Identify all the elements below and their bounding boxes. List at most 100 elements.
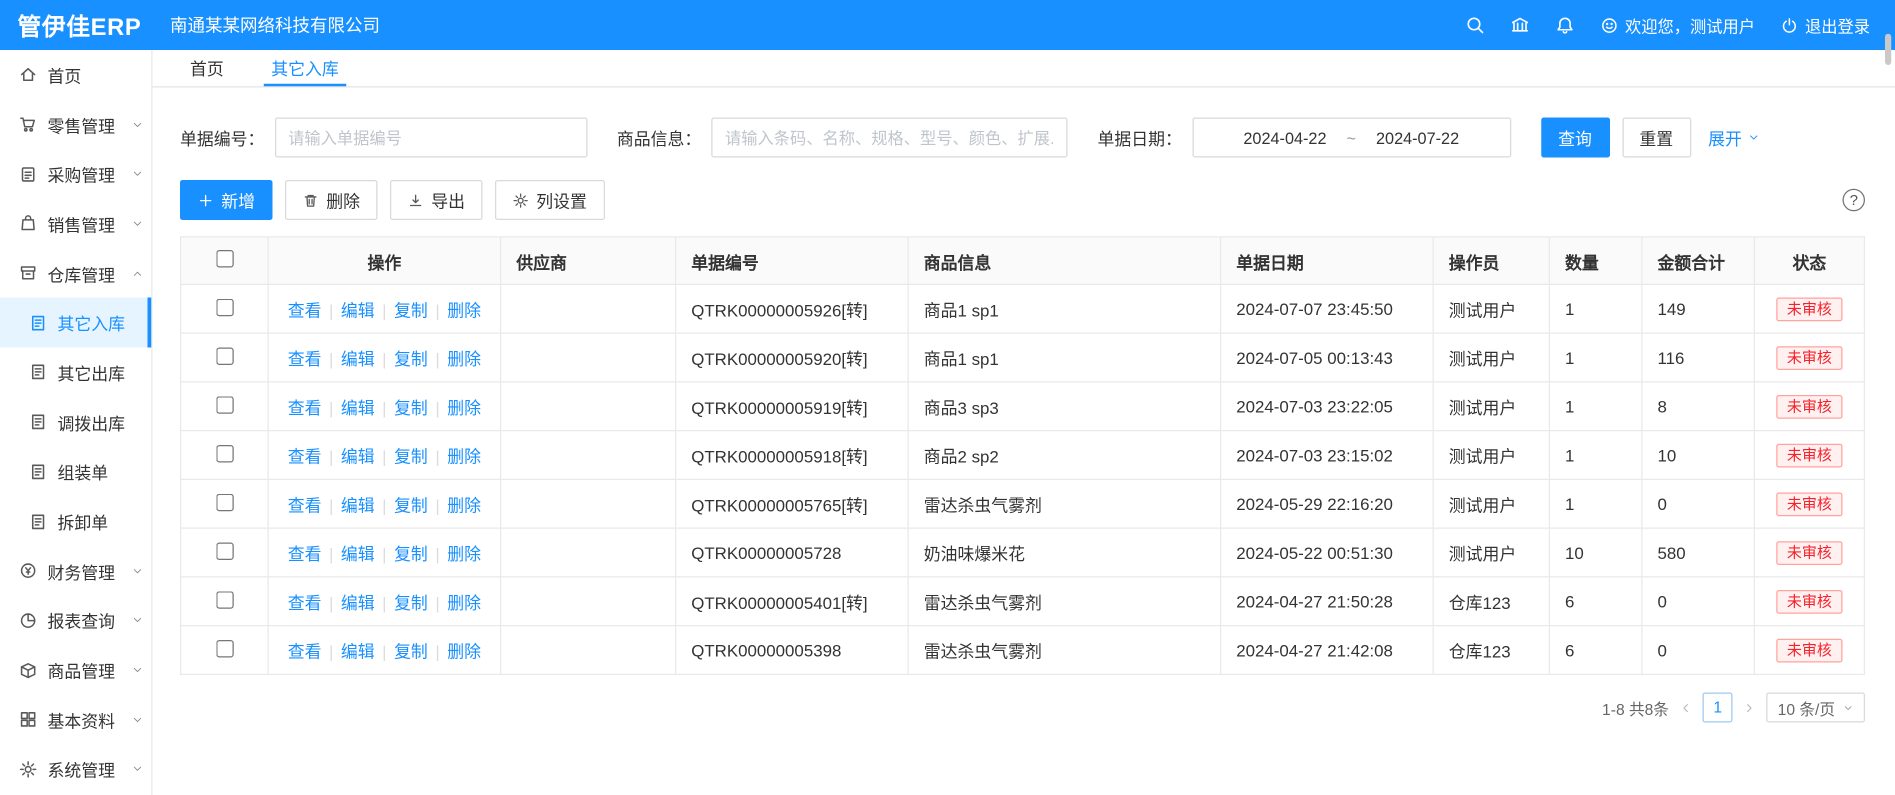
cell-bill-date: 2024-07-03 23:15:02 <box>1221 431 1434 480</box>
sidebar-item-assembly[interactable]: 组装单 <box>0 447 151 497</box>
tab-other-inbound[interactable]: 其它入库 <box>264 50 347 86</box>
doc-icon <box>29 363 48 382</box>
bill-no-input[interactable] <box>274 118 587 158</box>
row-checkbox[interactable] <box>216 591 234 609</box>
row-action-delete[interactable]: 删除 <box>447 350 481 369</box>
tab-home[interactable]: 首页 <box>183 50 232 86</box>
expand-link[interactable]: 展开 <box>1708 125 1759 150</box>
prev-page-button[interactable] <box>1679 701 1693 715</box>
row-action-edit[interactable]: 编辑 <box>341 496 375 515</box>
row-checkbox[interactable] <box>216 542 234 560</box>
date-separator: ~ <box>1347 128 1356 147</box>
cell-supplier <box>501 528 676 577</box>
date-start-value[interactable]: 2024-04-22 <box>1243 128 1326 147</box>
chevron-down-icon <box>131 565 144 578</box>
sidebar-item-other-inbound[interactable]: 其它入库 <box>0 298 151 348</box>
sidebar-item-other-outbound[interactable]: 其它出库 <box>0 348 151 398</box>
row-action-edit[interactable]: 编辑 <box>341 301 375 320</box>
logout-button[interactable]: 退出登录 <box>1780 13 1870 37</box>
scrollbar-thumb[interactable] <box>1885 34 1891 65</box>
row-action-copy[interactable]: 复制 <box>394 350 428 369</box>
row-action-view[interactable]: 查看 <box>288 643 322 662</box>
trash-icon <box>303 192 319 208</box>
help-icon[interactable]: ? <box>1843 189 1866 212</box>
row-action-edit[interactable]: 编辑 <box>341 643 375 662</box>
row-action-copy[interactable]: 复制 <box>394 448 428 467</box>
row-action-copy[interactable]: 复制 <box>394 594 428 613</box>
row-action-edit[interactable]: 编辑 <box>341 399 375 418</box>
date-end-value[interactable]: 2024-07-22 <box>1376 128 1459 147</box>
cell-bill-no: QTRK00000005765[转] <box>676 479 909 528</box>
row-action-view[interactable]: 查看 <box>288 594 322 613</box>
sales-icon <box>19 214 38 233</box>
row-action-view[interactable]: 查看 <box>288 301 322 320</box>
report-icon <box>19 611 38 630</box>
sidebar-item-finance[interactable]: 财务管理 <box>0 546 151 596</box>
sidebar-item-warehouse[interactable]: 仓库管理 <box>0 248 151 298</box>
search-icon[interactable] <box>1465 15 1485 35</box>
sidebar-item-transfer-outbound[interactable]: 调拨出库 <box>0 397 151 447</box>
row-action-delete[interactable]: 删除 <box>447 448 481 467</box>
row-action-edit[interactable]: 编辑 <box>341 545 375 564</box>
row-action-edit[interactable]: 编辑 <box>341 448 375 467</box>
product-info-input[interactable] <box>711 118 1067 158</box>
sidebar-item-label: 调拨出库 <box>58 410 126 435</box>
bell-icon[interactable] <box>1555 15 1575 35</box>
delete-button[interactable]: 删除 <box>285 180 378 220</box>
date-range-picker[interactable]: 2024-04-22 ~ 2024-07-22 <box>1192 118 1511 158</box>
doc-icon <box>29 462 48 481</box>
add-button[interactable]: 新增 <box>180 180 273 220</box>
select-all-checkbox[interactable] <box>216 250 234 268</box>
action-divider: | <box>382 399 386 418</box>
row-checkbox[interactable] <box>216 396 234 414</box>
action-divider: | <box>329 545 333 564</box>
search-button[interactable]: 查询 <box>1541 118 1610 158</box>
sidebar-item-label: 首页 <box>48 62 82 87</box>
sidebar-item-report[interactable]: 报表查询 <box>0 596 151 646</box>
reset-button[interactable]: 重置 <box>1622 118 1691 158</box>
row-action-delete[interactable]: 删除 <box>447 301 481 320</box>
sidebar-item-retail[interactable]: 零售管理 <box>0 100 151 150</box>
sidebar-item-sales[interactable]: 销售管理 <box>0 199 151 249</box>
welcome-user[interactable]: 欢迎您，测试用户 <box>1600 13 1755 37</box>
cell-bill-no: QTRK00000005728 <box>676 528 909 577</box>
row-action-delete[interactable]: 删除 <box>447 594 481 613</box>
row-action-delete[interactable]: 删除 <box>447 545 481 564</box>
row-checkbox[interactable] <box>216 493 234 511</box>
chevron-down-icon <box>131 664 144 677</box>
row-action-copy[interactable]: 复制 <box>394 496 428 515</box>
sidebar-item-system[interactable]: 系统管理 <box>0 745 151 795</box>
status-badge: 未审核 <box>1777 443 1842 467</box>
cell-bill-date: 2024-07-05 00:13:43 <box>1221 333 1434 382</box>
row-action-view[interactable]: 查看 <box>288 350 322 369</box>
row-action-copy[interactable]: 复制 <box>394 545 428 564</box>
row-action-copy[interactable]: 复制 <box>394 643 428 662</box>
export-button[interactable]: 导出 <box>390 180 483 220</box>
sidebar-item-purchase[interactable]: 采购管理 <box>0 149 151 199</box>
next-page-button[interactable] <box>1743 701 1757 715</box>
column-settings-button[interactable]: 列设置 <box>495 180 604 220</box>
row-checkbox[interactable] <box>216 639 234 657</box>
row-action-delete[interactable]: 删除 <box>447 643 481 662</box>
home-icon <box>19 65 38 84</box>
row-checkbox[interactable] <box>216 347 234 365</box>
row-action-edit[interactable]: 编辑 <box>341 594 375 613</box>
row-action-view[interactable]: 查看 <box>288 545 322 564</box>
row-action-copy[interactable]: 复制 <box>394 301 428 320</box>
row-action-edit[interactable]: 编辑 <box>341 350 375 369</box>
platform-icon[interactable] <box>1510 15 1530 35</box>
row-action-view[interactable]: 查看 <box>288 399 322 418</box>
row-action-delete[interactable]: 删除 <box>447 399 481 418</box>
page-number-1[interactable]: 1 <box>1703 693 1733 723</box>
row-action-view[interactable]: 查看 <box>288 496 322 515</box>
sidebar-item-goods[interactable]: 商品管理 <box>0 645 151 695</box>
page-size-select[interactable]: 10 条/页 <box>1766 693 1865 723</box>
row-checkbox[interactable] <box>216 298 234 316</box>
row-action-view[interactable]: 查看 <box>288 448 322 467</box>
sidebar-item-home[interactable]: 首页 <box>0 50 151 100</box>
sidebar-item-base[interactable]: 基本资料 <box>0 695 151 745</box>
row-action-delete[interactable]: 删除 <box>447 496 481 515</box>
row-action-copy[interactable]: 复制 <box>394 399 428 418</box>
row-checkbox[interactable] <box>216 444 234 462</box>
sidebar-item-disassembly[interactable]: 拆卸单 <box>0 496 151 546</box>
